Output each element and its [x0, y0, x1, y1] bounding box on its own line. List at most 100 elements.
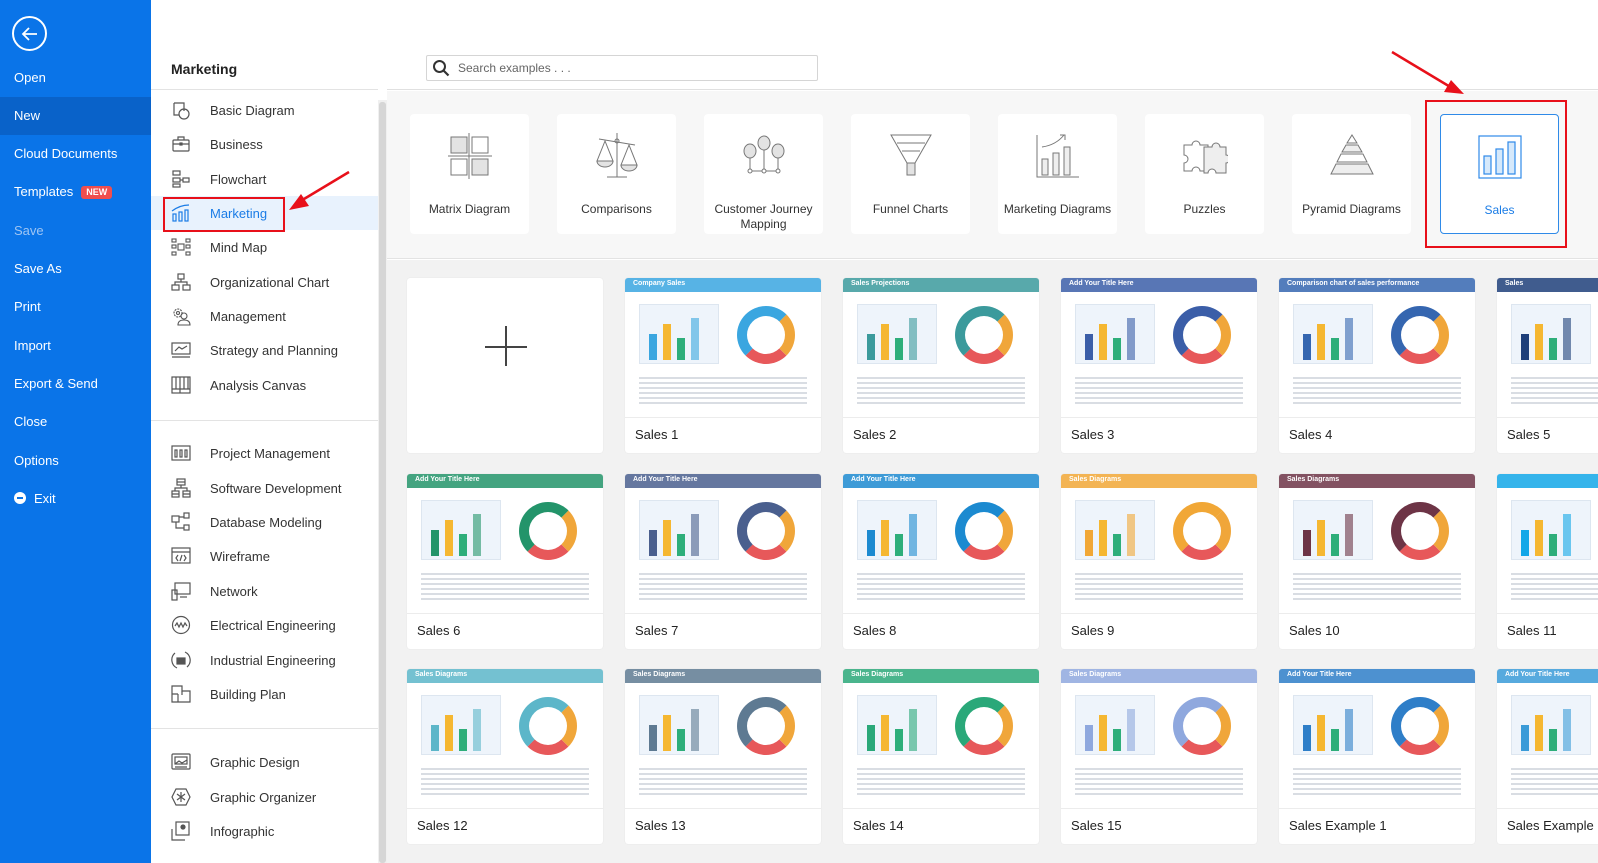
growth-chart-icon — [1036, 120, 1080, 192]
thumb-chart-bar — [1521, 725, 1529, 751]
template-card[interactable]: Add Your Title Here Sales Example 2 — [1497, 669, 1598, 844]
template-card[interactable]: Add Your Title Here Sales 3 — [1061, 278, 1257, 453]
template-card[interactable]: Add Your Title Here Sales Example 1 — [1279, 669, 1475, 844]
category-software-development[interactable]: Software Development — [151, 471, 378, 505]
thumb-text-lines — [1293, 570, 1461, 600]
type-matrix-diagram[interactable]: Matrix Diagram — [410, 114, 529, 234]
thumb-chart-bar — [1113, 534, 1121, 556]
infographic-icon — [171, 821, 191, 841]
template-card[interactable]: Sales Diagrams Sales 14 — [843, 669, 1039, 844]
nav-save-as[interactable]: Save As — [0, 250, 151, 288]
category-label: Electrical Engineering — [210, 617, 336, 633]
category-label: Building Plan — [210, 686, 286, 702]
type-sales[interactable]: Sales — [1440, 114, 1559, 234]
thumb-text-lines — [1293, 765, 1461, 795]
thumb-chart-bar — [677, 338, 685, 360]
category-organizational-chart[interactable]: Organizational Chart — [151, 265, 378, 299]
category-analysis-canvas[interactable]: Analysis Canvas — [151, 368, 378, 402]
template-card[interactable]: Sales Sales 5 — [1497, 278, 1598, 453]
nav-new[interactable]: New — [0, 97, 151, 135]
template-card[interactable]: Sales Diagrams Sales 12 — [407, 669, 603, 844]
category-strategy-planning[interactable]: Strategy and Planning — [151, 333, 378, 367]
category-label: Software Development — [210, 480, 342, 496]
template-card[interactable]: Add Your Title Here Sales 8 — [843, 474, 1039, 649]
thumb-chart-bar — [1345, 514, 1353, 556]
nav-cloud-documents[interactable]: Cloud Documents — [0, 135, 151, 173]
template-card[interactable]: Sales Diagrams Sales 15 — [1061, 669, 1257, 844]
nav-open[interactable]: Open — [0, 59, 151, 97]
type-marketing-diagrams[interactable]: Marketing Diagrams — [998, 114, 1117, 234]
thumb-title: Sales Projections — [851, 280, 910, 287]
graphic-design-icon — [171, 752, 191, 772]
type-pyramid-diagrams[interactable]: Pyramid Diagrams — [1292, 114, 1411, 234]
thumb-chart-bar — [1085, 725, 1093, 751]
nav-templates[interactable]: Templates NEW — [0, 173, 151, 211]
search-input[interactable] — [458, 61, 798, 75]
type-puzzles[interactable]: Puzzles — [1145, 114, 1264, 234]
category-building-plan[interactable]: Building Plan — [151, 677, 378, 711]
back-button[interactable] — [12, 16, 47, 51]
thumb-chart-bar — [663, 715, 671, 751]
thumb-chart-bar — [431, 530, 439, 556]
thumb-chart-bar — [691, 709, 699, 751]
category-wireframe[interactable]: Wireframe — [151, 539, 378, 573]
category-mind-map[interactable]: Mind Map — [151, 230, 378, 264]
category-scrollbar[interactable] — [378, 100, 387, 863]
thumb-text-lines — [857, 765, 1025, 795]
thumb-chart-bar — [1127, 709, 1135, 751]
template-card[interactable]: Company Sales Sales 1 — [625, 278, 821, 453]
template-card[interactable]: Comparison chart of sales performance Sal… — [1279, 278, 1475, 453]
category-marketing[interactable]: Marketing — [151, 196, 378, 230]
template-card[interactable]: Sales Diagrams Sales 10 — [1279, 474, 1475, 649]
briefcase-icon — [171, 134, 191, 154]
template-thumbnail: Add Your Title Here — [625, 474, 821, 614]
nav-export-send[interactable]: Export & Send — [0, 365, 151, 403]
type-customer-journey[interactable]: Customer Journey Mapping — [704, 114, 823, 234]
category-graphic-design[interactable]: Graphic Design — [151, 745, 378, 779]
category-industrial-engineering[interactable]: Industrial Engineering — [151, 643, 378, 677]
thumb-chart-bar — [867, 530, 875, 556]
template-card[interactable]: Add Your Title Here Sales 6 — [407, 474, 603, 649]
thumb-title: Add Your Title Here — [415, 476, 480, 483]
template-card[interactable]: Sales 11 — [1497, 474, 1598, 649]
nav-options[interactable]: Options — [0, 442, 151, 480]
search-box[interactable] — [426, 55, 818, 81]
template-label: Sales 15 — [1071, 818, 1122, 833]
thumb-chart-bar — [867, 725, 875, 751]
nav-import[interactable]: Import — [0, 327, 151, 365]
journey-icon — [742, 120, 786, 192]
category-basic-diagram[interactable]: Basic Diagram — [151, 93, 378, 127]
template-card[interactable]: Sales Diagrams Sales 13 — [625, 669, 821, 844]
type-comparisons[interactable]: Comparisons — [557, 114, 676, 234]
nav-exit[interactable]: Exit — [0, 480, 151, 518]
puzzle-icon — [1182, 120, 1228, 192]
nav-save[interactable]: Save — [0, 212, 151, 250]
thumb-donut — [519, 502, 577, 560]
template-card[interactable]: Sales Projections Sales 2 — [843, 278, 1039, 453]
template-thumbnail: Sales Projections — [843, 278, 1039, 418]
thumb-chart-bar — [473, 709, 481, 751]
thumb-chart-bar — [1331, 729, 1339, 751]
category-flowchart[interactable]: Flowchart — [151, 162, 378, 196]
template-card[interactable]: Add Your Title Here Sales 7 — [625, 474, 821, 649]
thumb-chart-bar — [649, 530, 657, 556]
category-infographic[interactable]: Infographic — [151, 814, 378, 848]
category-business[interactable]: Business — [151, 127, 378, 161]
category-database-modeling[interactable]: Database Modeling — [151, 505, 378, 539]
graphic-organizer-icon — [171, 787, 191, 807]
category-management[interactable]: Management — [151, 299, 378, 333]
category-label: Graphic Organizer — [210, 789, 317, 805]
nav-print[interactable]: Print — [0, 288, 151, 326]
template-card[interactable]: Sales Diagrams Sales 9 — [1061, 474, 1257, 649]
thumb-title: Sales Diagrams — [851, 671, 904, 678]
category-graphic-organizer[interactable]: Graphic Organizer — [151, 780, 378, 814]
category-network[interactable]: Network — [151, 574, 378, 608]
thumb-title: Company Sales — [633, 280, 686, 287]
template-thumbnail: Comparison chart of sales performance — [1279, 278, 1475, 418]
category-electrical-engineering[interactable]: Electrical Engineering — [151, 608, 378, 642]
nav-close[interactable]: Close — [0, 403, 151, 441]
category-project-management[interactable]: Project Management — [151, 436, 378, 470]
scrollbar-thumb[interactable] — [379, 102, 386, 863]
type-funnel-charts[interactable]: Funnel Charts — [851, 114, 970, 234]
new-blank-template[interactable] — [407, 278, 603, 453]
